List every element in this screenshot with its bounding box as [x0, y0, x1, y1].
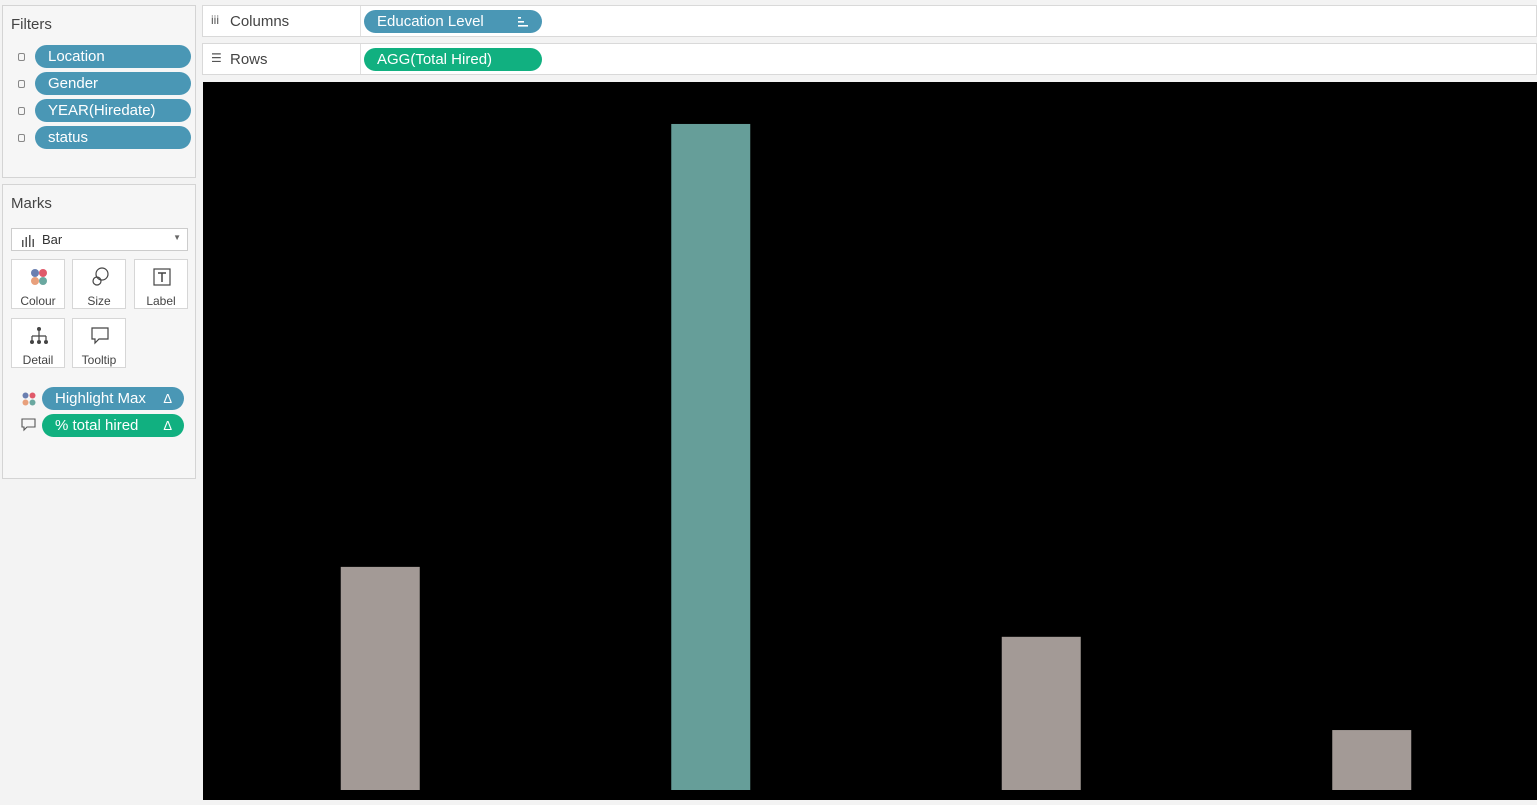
detail-icon — [30, 327, 48, 344]
total-hired-row-pill[interactable]: AGG(Total Hired) — [364, 48, 542, 71]
filter-pill-location[interactable]: Location — [35, 45, 191, 68]
size-icon — [92, 267, 109, 286]
education-level-label: Education Level — [377, 13, 484, 30]
colour-card-label: Colour — [20, 294, 56, 308]
rows-shelf: ☰ Rows AGG(Total Hired) — [202, 43, 1537, 75]
chart-area — [203, 82, 1537, 800]
filter-icon — [18, 53, 25, 61]
marks-panel: Marks Bar ▼ Colour Size Label Detail Too… — [2, 184, 196, 479]
filter-pill-gender[interactable]: Gender — [35, 72, 191, 95]
columns-icon: iii — [211, 13, 219, 27]
mark-type-label: Bar — [42, 232, 63, 247]
chevron-down-icon: ▼ — [173, 233, 181, 242]
detail-card-label: Detail — [22, 353, 54, 367]
filter-icon — [18, 134, 25, 142]
text-icon — [153, 268, 171, 286]
rows-label: Rows — [230, 51, 268, 68]
highlight-max-label: Highlight Max — [55, 390, 146, 407]
label-card-label: Label — [146, 294, 176, 308]
highlight-max-pill[interactable]: Highlight Max Δ — [42, 387, 184, 410]
columns-shelf: iii Columns Education Level — [202, 5, 1537, 37]
colour-icon — [31, 269, 47, 285]
tooltip-card[interactable]: Tooltip — [72, 318, 126, 368]
filter-pill-year-hiredate[interactable]: YEAR(Hiredate) — [35, 99, 191, 122]
bar-chart — [340, 123, 1412, 790]
columns-label: Columns — [230, 13, 290, 30]
label-card[interactable]: Label — [134, 259, 188, 309]
tooltip-icon — [91, 327, 109, 345]
rows-shelf-label: ☰ Rows — [203, 44, 361, 74]
bar-1[interactable] — [340, 566, 420, 790]
filter-icon — [18, 80, 25, 88]
mark-type-dropdown[interactable]: Bar ▼ — [11, 228, 188, 251]
filter-icon — [18, 107, 25, 115]
filter-pill-status[interactable]: status — [35, 126, 191, 149]
detail-card[interactable]: Detail — [11, 318, 65, 368]
total-hired-label: % total hired — [55, 417, 139, 434]
filters-panel: Filters Location Gender YEAR(Hiredate) s… — [2, 5, 196, 178]
delta-icon: Δ — [163, 391, 172, 406]
total-hired-pill[interactable]: % total hired Δ — [42, 414, 184, 437]
bar-4[interactable] — [1332, 730, 1412, 790]
size-card-label: Size — [87, 294, 111, 308]
sort-icon — [518, 17, 528, 27]
tooltip-encoding-icon — [21, 418, 36, 432]
rows-icon: ☰ — [211, 51, 222, 65]
filters-title: Filters — [11, 16, 52, 33]
size-card[interactable]: Size — [72, 259, 126, 309]
colour-card[interactable]: Colour — [11, 259, 65, 309]
bar-chart-icon — [22, 235, 34, 247]
colour-encoding-icon — [22, 392, 36, 406]
bar-3[interactable] — [1001, 636, 1081, 790]
tooltip-card-label: Tooltip — [81, 353, 117, 367]
delta-icon: Δ — [163, 418, 172, 433]
bar-2[interactable] — [671, 123, 751, 790]
marks-title: Marks — [11, 195, 52, 212]
columns-shelf-label: iii Columns — [203, 6, 361, 36]
education-level-pill[interactable]: Education Level — [364, 10, 542, 33]
